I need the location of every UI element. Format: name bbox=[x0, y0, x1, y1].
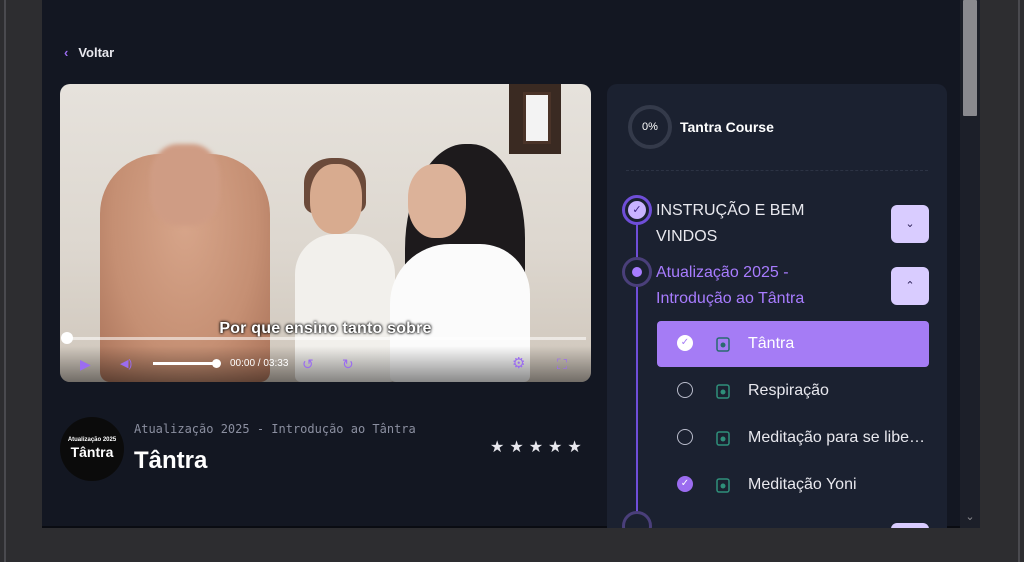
section-title[interactable]: INSTRUÇÃO E BEM VINDOS bbox=[656, 198, 856, 250]
rating-stars[interactable]: ★★★★★ bbox=[490, 437, 587, 457]
lesson-item-respiracao[interactable]: Respiração bbox=[657, 368, 929, 414]
lesson-title: Tântra bbox=[134, 447, 208, 474]
panel-divider bbox=[626, 170, 928, 171]
lesson-video-icon bbox=[716, 478, 730, 493]
lesson-item-tantra[interactable]: ✓ Tântra bbox=[657, 321, 929, 367]
course-name: Tantra Course bbox=[680, 119, 774, 135]
volume-slider-handle[interactable] bbox=[212, 359, 221, 368]
volume-slider[interactable] bbox=[153, 362, 215, 365]
timeline-line bbox=[636, 208, 638, 528]
lesson-module-name: Atualização 2025 - Introdução ao Tântra bbox=[134, 422, 416, 436]
lesson-item-meditacao-libertar[interactable]: Meditação para se libertar bbox=[657, 415, 929, 461]
section-current-node bbox=[622, 257, 652, 287]
lesson-video-icon bbox=[716, 384, 730, 399]
section-node bbox=[622, 511, 652, 528]
thumbnail-title: Tântra bbox=[70, 444, 114, 460]
thumbnail-caption: Atualização 2025 bbox=[67, 437, 117, 443]
video-scene-window bbox=[523, 92, 551, 144]
video-player[interactable]: Por que ensino tanto sobre ▶ ◀) 00:00 / … bbox=[60, 84, 591, 382]
forward-icon[interactable]: ↻ bbox=[342, 346, 354, 382]
back-label: Voltar bbox=[78, 45, 115, 60]
next-section-peek bbox=[607, 510, 947, 528]
video-progress-handle[interactable] bbox=[61, 332, 73, 344]
video-scene-person-left-head bbox=[150, 144, 220, 226]
volume-icon[interactable]: ◀) bbox=[120, 346, 132, 382]
scrollbar-thumb[interactable] bbox=[963, 0, 977, 116]
course-progress-ring: 0% bbox=[628, 105, 672, 149]
lesson-video-icon bbox=[716, 431, 730, 446]
chevron-up-icon: ⌃ bbox=[905, 280, 915, 292]
circle-icon bbox=[677, 429, 693, 445]
circle-icon bbox=[677, 382, 693, 398]
chevron-down-icon: ⌄ bbox=[905, 218, 915, 230]
section-collapse-button[interactable]: ⌃ bbox=[891, 267, 929, 305]
current-dot-icon bbox=[632, 267, 642, 277]
window-border-left bbox=[4, 0, 6, 562]
lesson-label: Meditação Yoni bbox=[748, 476, 857, 493]
section-title[interactable]: Atualização 2025 - Introdução ao Tântra bbox=[656, 260, 856, 312]
lesson-item-meditacao-yoni[interactable]: ✓ Meditação Yoni bbox=[657, 462, 929, 508]
play-icon[interactable]: ▶ bbox=[80, 346, 91, 382]
chevron-left-icon: ‹ bbox=[64, 45, 69, 60]
scroll-down-icon[interactable]: ⌄ bbox=[963, 510, 977, 524]
section-complete-node: ✓ bbox=[622, 195, 652, 225]
back-button[interactable]: ‹ Voltar bbox=[64, 45, 114, 60]
video-time: 00:00 / 03:33 bbox=[230, 358, 289, 369]
section-expand-button[interactable]: ⌄ bbox=[891, 205, 929, 243]
window-border-right bbox=[1018, 0, 1020, 562]
screen-bottom-area bbox=[42, 528, 980, 562]
lesson-label: Tântra bbox=[748, 335, 795, 352]
rewind-icon[interactable]: ↺ bbox=[302, 346, 314, 382]
video-subtitle: Por que ensino tanto sobre bbox=[219, 320, 432, 337]
check-icon: ✓ bbox=[677, 476, 693, 492]
fullscreen-icon[interactable]: ⛶ bbox=[557, 346, 567, 382]
video-scene-person-right-head bbox=[408, 164, 466, 238]
lesson-thumbnail: Atualização 2025 Tântra bbox=[60, 417, 124, 481]
lesson-video-icon bbox=[716, 337, 730, 352]
video-scene-person-middle-head bbox=[310, 164, 362, 234]
video-progress-bar[interactable] bbox=[66, 337, 586, 340]
check-icon: ✓ bbox=[677, 335, 693, 351]
settings-gear-icon[interactable]: ⚙ bbox=[512, 346, 525, 382]
lesson-label: Meditação para se libertar bbox=[748, 429, 926, 446]
check-icon: ✓ bbox=[628, 201, 646, 219]
lesson-label: Respiração bbox=[748, 382, 829, 399]
